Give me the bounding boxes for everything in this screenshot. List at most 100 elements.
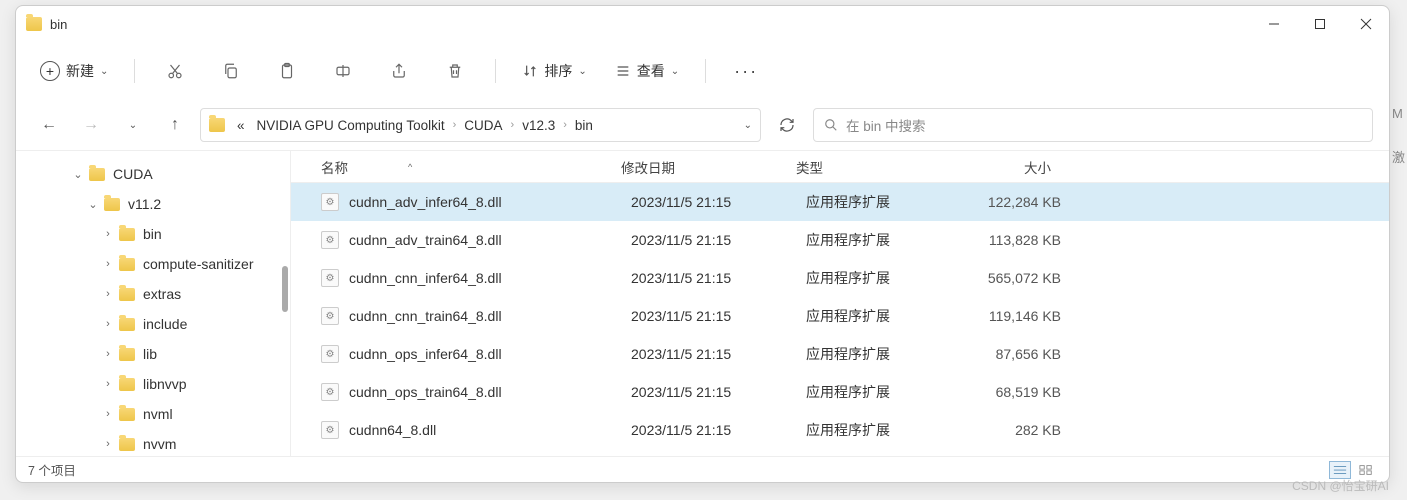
divider: [495, 59, 496, 83]
new-button[interactable]: + 新建 ⌄: [34, 57, 114, 85]
dll-file-icon: [321, 269, 339, 287]
refresh-button[interactable]: [769, 108, 805, 142]
file-row[interactable]: cudnn_adv_train64_8.dll2023/11/5 21:15应用…: [291, 221, 1389, 259]
expander-icon[interactable]: [101, 348, 115, 360]
file-type: 应用程序扩展: [806, 420, 951, 440]
icons-view-button[interactable]: [1355, 461, 1377, 479]
column-type[interactable]: 类型: [796, 157, 941, 177]
column-headers: 名称^ 修改日期 类型 大小: [291, 151, 1389, 183]
tree-item[interactable]: v11.2: [16, 189, 290, 219]
file-size: 113,828 KB: [951, 232, 1061, 248]
folder-icon: [89, 168, 105, 181]
file-size: 282 KB: [951, 422, 1061, 438]
tree-item[interactable]: bin: [16, 219, 290, 249]
tree-item[interactable]: nvvm: [16, 429, 290, 456]
folder-icon: [119, 288, 135, 301]
expander-icon[interactable]: [71, 168, 85, 181]
tree-item[interactable]: nvml: [16, 399, 290, 429]
forward-button[interactable]: →: [74, 108, 108, 142]
dll-file-icon: [321, 383, 339, 401]
expander-icon[interactable]: [101, 258, 115, 270]
file-type: 应用程序扩展: [806, 192, 951, 212]
status-bar: 7 个项目: [16, 456, 1389, 482]
share-icon[interactable]: [379, 53, 419, 89]
file-date: 2023/11/5 21:15: [631, 346, 806, 362]
expander-icon[interactable]: [101, 378, 115, 390]
expander-icon[interactable]: [101, 318, 115, 330]
file-name: cudnn_ops_train64_8.dll: [349, 384, 631, 400]
tree-label: v11.2: [128, 196, 161, 212]
minimize-button[interactable]: [1251, 6, 1297, 42]
file-name: cudnn_cnn_train64_8.dll: [349, 308, 631, 324]
up-button[interactable]: ↑: [158, 108, 192, 142]
recent-button[interactable]: ⌄: [116, 108, 150, 142]
details-view-button[interactable]: [1329, 461, 1351, 479]
breadcrumb[interactable]: v12.3: [518, 116, 559, 135]
more-button[interactable]: ···: [726, 61, 766, 82]
view-icon: [615, 63, 631, 79]
view-label: 查看: [637, 61, 665, 81]
file-row[interactable]: cudnn64_8.dll2023/11/5 21:15应用程序扩展282 KB: [291, 411, 1389, 449]
file-list: 名称^ 修改日期 类型 大小 cudnn_adv_infer64_8.dll20…: [291, 151, 1389, 456]
search-placeholder: 在 bin 中搜索: [846, 115, 926, 135]
file-date: 2023/11/5 21:15: [631, 422, 806, 438]
breadcrumb[interactable]: bin: [571, 116, 597, 135]
tree-item[interactable]: extras: [16, 279, 290, 309]
breadcrumb[interactable]: CUDA: [460, 116, 506, 135]
column-date[interactable]: 修改日期: [621, 157, 796, 177]
back-button[interactable]: ←: [32, 108, 66, 142]
column-name[interactable]: 名称^: [321, 157, 621, 177]
title-bar[interactable]: bin: [16, 6, 1389, 42]
file-size: 119,146 KB: [951, 308, 1061, 324]
file-name: cudnn_adv_infer64_8.dll: [349, 194, 631, 210]
file-row[interactable]: cudnn_ops_train64_8.dll2023/11/5 21:15应用…: [291, 373, 1389, 411]
expander-icon[interactable]: [101, 228, 115, 240]
folder-icon: [119, 348, 135, 361]
expander-icon[interactable]: [86, 198, 100, 211]
tree-item[interactable]: CUDA: [16, 159, 290, 189]
file-row[interactable]: cudnn_cnn_train64_8.dll2023/11/5 21:15应用…: [291, 297, 1389, 335]
expander-icon[interactable]: [101, 288, 115, 300]
file-size: 68,519 KB: [951, 384, 1061, 400]
file-name: cudnn_ops_infer64_8.dll: [349, 346, 631, 362]
delete-icon[interactable]: [435, 53, 475, 89]
copy-icon[interactable]: [211, 53, 251, 89]
chevron-down-icon[interactable]: ⌄: [744, 120, 752, 131]
tree-item[interactable]: lib: [16, 339, 290, 369]
file-name: cudnn_adv_train64_8.dll: [349, 232, 631, 248]
tree-item[interactable]: compute-sanitizer: [16, 249, 290, 279]
folder-icon: [119, 378, 135, 391]
tree-label: CUDA: [113, 166, 153, 182]
expander-icon[interactable]: [101, 408, 115, 420]
file-row[interactable]: cudnn_ops_infer64_8.dll2023/11/5 21:15应用…: [291, 335, 1389, 373]
expander-icon[interactable]: [101, 438, 115, 450]
folder-icon: [119, 228, 135, 241]
file-name: cudnn_cnn_infer64_8.dll: [349, 270, 631, 286]
sort-button[interactable]: 排序 ⌄: [516, 61, 592, 81]
paste-icon[interactable]: [267, 53, 307, 89]
divider: [705, 59, 706, 83]
view-button[interactable]: 查看 ⌄: [609, 61, 685, 81]
maximize-button[interactable]: [1297, 6, 1343, 42]
file-date: 2023/11/5 21:15: [631, 232, 806, 248]
tree-item[interactable]: libnvvp: [16, 369, 290, 399]
tree-item[interactable]: include: [16, 309, 290, 339]
chevron-right-icon: ›: [453, 119, 457, 131]
cut-icon[interactable]: [155, 53, 195, 89]
file-row[interactable]: cudnn_cnn_infer64_8.dll2023/11/5 21:15应用…: [291, 259, 1389, 297]
dll-file-icon: [321, 345, 339, 363]
tree-label: include: [143, 316, 187, 332]
address-bar[interactable]: « NVIDIA GPU Computing Toolkit › CUDA › …: [200, 108, 761, 142]
file-row[interactable]: cudnn_adv_infer64_8.dll2023/11/5 21:15应用…: [291, 183, 1389, 221]
search-input[interactable]: 在 bin 中搜索: [813, 108, 1373, 142]
scrollbar-thumb[interactable]: [282, 266, 288, 312]
file-date: 2023/11/5 21:15: [631, 194, 806, 210]
breadcrumb[interactable]: NVIDIA GPU Computing Toolkit: [253, 116, 449, 135]
column-size[interactable]: 大小: [941, 157, 1051, 177]
folder-icon: [104, 198, 120, 211]
rename-icon[interactable]: [323, 53, 363, 89]
close-button[interactable]: [1343, 6, 1389, 42]
tree-label: nvvm: [143, 436, 176, 452]
tree-label: libnvvp: [143, 376, 187, 392]
tree-label: lib: [143, 346, 157, 362]
